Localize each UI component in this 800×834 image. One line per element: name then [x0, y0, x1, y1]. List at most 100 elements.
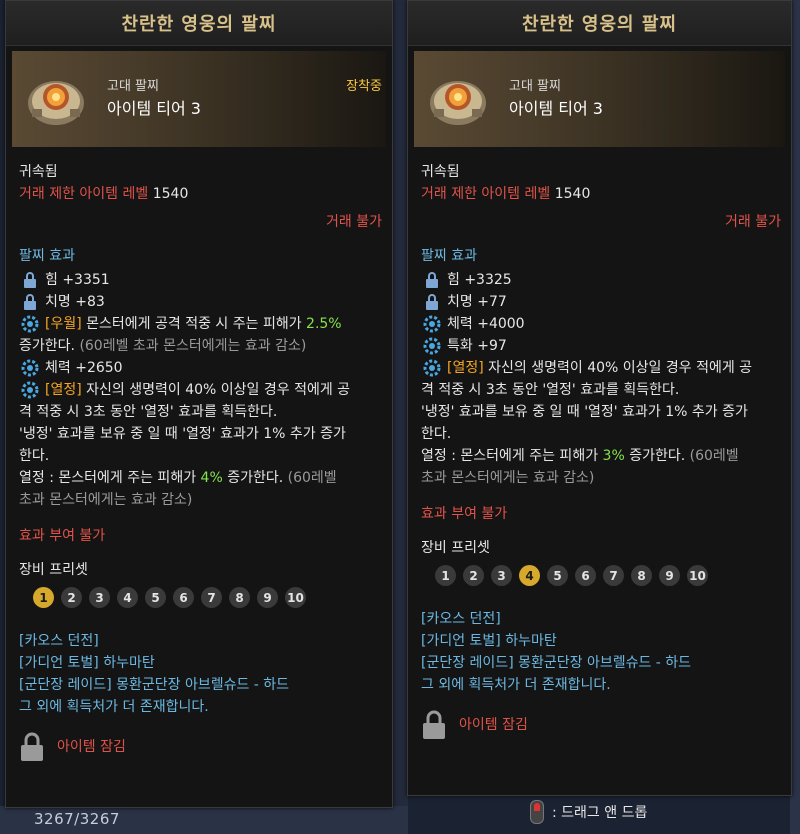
gear-icon: [423, 337, 441, 355]
drag-hint: : 드래그 앤 드롭: [530, 800, 647, 824]
preset-button-10[interactable]: 10: [285, 587, 306, 608]
effect-text: 몬스터에게 공격 적중 시 주는 피해가: [86, 316, 302, 332]
padlock-icon: [24, 272, 36, 288]
trade-limit-value: 1540: [554, 186, 591, 202]
trade-limit: 거래 제한 아이템 레벨 1540: [421, 183, 781, 205]
effect-tag: [열정]: [447, 360, 484, 376]
preset-label: 장비 프리셋: [421, 540, 490, 556]
stat-row: 체력 +4000: [423, 313, 781, 335]
stat-row: 치명 +83: [21, 291, 382, 313]
no-effect-text: 효과 부여 불가: [19, 528, 106, 544]
trade-limit-label: 거래 제한 아이템 레벨: [19, 186, 149, 202]
effect-line: 격 적중 시 3초 동안 '열정' 효과를 획득한다.: [421, 382, 680, 398]
effect-line: 증가한다. (60레벨 초과 몬스터에게는 효과 감소): [19, 335, 382, 357]
effects-header: 팔찌 효과: [19, 248, 75, 264]
preset-button-3[interactable]: 3: [491, 565, 512, 586]
source-list: [카오스 던전] [가디언 토벌] 하누마탄 [군단장 레이드] 몽환군단장 아…: [19, 630, 382, 718]
preset-button-8[interactable]: 8: [229, 587, 250, 608]
preset-button-4[interactable]: 4: [117, 587, 138, 608]
gear-icon: [21, 315, 39, 333]
background-strip: [392, 0, 408, 834]
lock-text: 아이템 잠김: [459, 717, 528, 733]
bracelet-icon: [28, 81, 84, 125]
item-header: 고대 팔찌 아이템 티어 3 장착중: [12, 51, 386, 147]
item-tooltip-compare: 찬란한 영웅의 팔찌 고대 팔찌 아이템 티어 3 귀속됨 거래 제한 아이템 …: [407, 0, 792, 796]
preset-button-5[interactable]: 5: [547, 565, 568, 586]
effect-tag: [우월]: [45, 316, 82, 332]
preset-button-10[interactable]: 10: [687, 565, 708, 586]
trade-status: 거래 불가: [725, 214, 781, 230]
preset-button-9[interactable]: 9: [257, 587, 278, 608]
lock-icon: [423, 710, 445, 739]
effect-value: 3%: [602, 448, 625, 464]
effect-note: (60레벨: [287, 470, 337, 486]
preset-button-7[interactable]: 7: [201, 587, 222, 608]
effect-line: 열정 : 몬스터에게 주는 피해가 3% 증가한다. (60레벨: [421, 445, 781, 467]
effect-text: 자신의 생명력이 40% 이상일 경우 적에게 공: [86, 382, 351, 398]
padlock-icon: [426, 272, 438, 288]
gear-icon: [21, 359, 39, 377]
preset-button-5[interactable]: 5: [145, 587, 166, 608]
special-effect-row: [우월] 몬스터에게 공격 적중 시 주는 피해가 2.5%: [21, 313, 382, 335]
gear-icon: [21, 381, 39, 399]
stat-text: 치명 +77: [447, 294, 507, 310]
preset-list: 1 2 3 4 5 6 7 8 9 10: [435, 565, 781, 586]
effect-note: 초과 몬스터에게는 효과 감소): [421, 470, 595, 486]
special-effect-row: [열정] 자신의 생명력이 40% 이상일 경우 적에게 공: [423, 357, 781, 379]
stat-text: 체력 +4000: [447, 316, 525, 332]
trade-status: 거래 불가: [326, 214, 382, 230]
item-lock: 아이템 잠김: [19, 732, 382, 762]
stat-text: 힘 +3351: [45, 272, 110, 288]
item-header: 고대 팔찌 아이템 티어 3: [414, 51, 785, 147]
source-list: [카오스 던전] [가디언 토벌] 하누마탄 [군단장 레이드] 몽환군단장 아…: [421, 608, 781, 696]
effect-note: (60레벨: [689, 448, 739, 464]
preset-button-1[interactable]: 1: [435, 565, 456, 586]
effect-text: 자신의 생명력이 40% 이상일 경우 적에게 공: [488, 360, 753, 376]
effect-line: '냉정' 효과를 보유 중 일 때 '열정' 효과가 1% 추가 증가: [19, 426, 346, 442]
preset-button-1[interactable]: 1: [33, 587, 54, 608]
item-tooltip-equipped: 찬란한 영웅의 팔찌 고대 팔찌 아이템 티어 3 장착중 귀속됨 거래 제한 …: [5, 0, 393, 808]
gear-icon: [423, 315, 441, 333]
preset-label: 장비 프리셋: [19, 562, 88, 578]
stat-text: 힘 +3325: [447, 272, 512, 288]
trade-limit-label: 거래 제한 아이템 레벨: [421, 186, 551, 202]
preset-button-6[interactable]: 6: [173, 587, 194, 608]
effect-note: (60레벨 초과 몬스터에게는 효과 감소): [79, 338, 307, 354]
special-effect-row: [열정] 자신의 생명력이 40% 이상일 경우 적에게 공: [21, 379, 382, 401]
preset-button-6[interactable]: 6: [575, 565, 596, 586]
trade-limit-value: 1540: [152, 186, 189, 202]
preset-button-8[interactable]: 8: [631, 565, 652, 586]
effect-note: 초과 몬스터에게는 효과 감소): [19, 492, 193, 508]
effect-line: 격 적중 시 3초 동안 '열정' 효과를 획득한다.: [19, 404, 278, 420]
effect-text: 증가한다.: [227, 470, 284, 486]
tooltip-body: 귀속됨 거래 제한 아이템 레벨 1540 거래 불가 팔찌 효과 힘 +332…: [421, 161, 781, 740]
item-tier: 아이템 티어 3: [509, 99, 603, 118]
lock-icon: [21, 732, 43, 761]
effects-header: 팔찌 효과: [421, 248, 477, 264]
item-title: 찬란한 영웅의 팔찌: [6, 1, 392, 46]
source-item: [가디언 토벌] 하누마탄: [421, 633, 557, 649]
effect-tag: [열정]: [45, 382, 82, 398]
preset-button-9[interactable]: 9: [659, 565, 680, 586]
effect-line: 한다.: [19, 448, 50, 464]
stat-row: 힘 +3351: [21, 269, 382, 291]
effect-line: 열정 : 몬스터에게 주는 피해가 4% 증가한다. (60레벨: [19, 467, 382, 489]
effect-text: 증가한다.: [629, 448, 686, 464]
preset-button-2[interactable]: 2: [61, 587, 82, 608]
lock-text: 아이템 잠김: [57, 739, 126, 755]
effect-value: 2.5%: [306, 316, 342, 332]
stat-row: 체력 +2650: [21, 357, 382, 379]
preset-button-4[interactable]: 4: [519, 565, 540, 586]
preset-button-2[interactable]: 2: [463, 565, 484, 586]
padlock-icon: [24, 294, 36, 310]
padlock-icon: [426, 294, 438, 310]
preset-button-7[interactable]: 7: [603, 565, 624, 586]
effect-value: 4%: [200, 470, 223, 486]
source-item: [카오스 던전]: [421, 611, 501, 627]
preset-button-3[interactable]: 3: [89, 587, 110, 608]
stat-text: 체력 +2650: [45, 360, 123, 376]
gear-icon: [423, 359, 441, 377]
effect-text: 열정 : 몬스터에게 주는 피해가: [421, 448, 599, 464]
trade-limit: 거래 제한 아이템 레벨 1540: [19, 183, 382, 205]
source-item: [가디언 토벌] 하누마탄: [19, 655, 155, 671]
